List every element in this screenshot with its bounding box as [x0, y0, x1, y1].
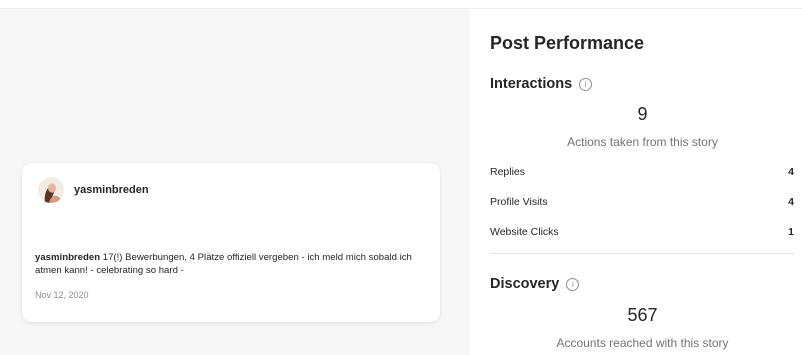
metric-label: Replies: [490, 166, 526, 178]
discovery-subtitle: Accounts reached with this story: [556, 336, 729, 350]
interactions-title: Interactions: [490, 76, 573, 92]
avatar[interactable]: [38, 177, 64, 203]
info-icon[interactable]: i: [579, 77, 593, 91]
metric-value: 4: [788, 196, 794, 208]
metric-row-website-clicks: Website Clicks 1: [490, 226, 794, 238]
discovery-heading: Discovery i: [490, 276, 580, 292]
top-bar: [0, 0, 802, 9]
post-caption: yasminbreden 17(!) Bewerbungen, 4 Plätze…: [35, 251, 435, 277]
interactions-heading: Interactions i: [490, 76, 593, 92]
post-card[interactable]: yasminbreden yasminbreden 17(!) Bewerbun…: [22, 163, 440, 322]
post-date: Nov 12, 2020: [35, 290, 89, 300]
section-divider: [490, 253, 794, 254]
insights-panel: Post Performance Interactions i 9 Action…: [470, 9, 802, 355]
metric-row-profile-visits: Profile Visits 4: [490, 196, 794, 208]
caption-username[interactable]: yasminbreden: [35, 252, 100, 263]
interactions-subtitle: Actions taken from this story: [567, 135, 718, 149]
metric-value: 1: [788, 226, 794, 238]
metric-row-replies: Replies 4: [490, 166, 794, 178]
interactions-count: 9: [637, 104, 648, 124]
metric-value: 4: [788, 166, 794, 178]
metric-label: Profile Visits: [490, 196, 548, 208]
discovery-count: 567: [627, 305, 658, 325]
panel-title: Post Performance: [490, 33, 645, 53]
discovery-title: Discovery: [490, 276, 560, 292]
info-icon[interactable]: i: [566, 277, 580, 291]
story-preview-pane: yasminbreden yasminbreden 17(!) Bewerbun…: [0, 9, 470, 355]
metric-label: Website Clicks: [490, 226, 559, 238]
post-username[interactable]: yasminbreden: [74, 184, 149, 196]
post-header: yasminbreden: [38, 177, 149, 203]
